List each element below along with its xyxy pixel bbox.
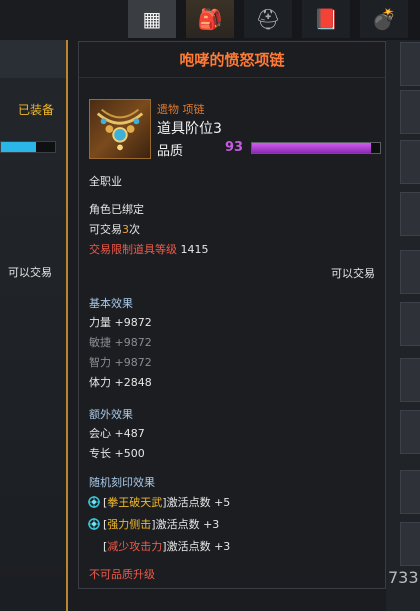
item-title: 咆哮的愤怒项链: [79, 42, 385, 78]
right-panel-number: 733: [388, 568, 419, 587]
left-progress-fill: [1, 142, 36, 152]
left-progress-bar: [0, 141, 56, 153]
can-trade-label: 可以交易: [331, 267, 375, 280]
trade-limit: 交易限制道具等级 1415: [89, 243, 209, 256]
inventory-slot[interactable]: [400, 302, 420, 346]
basic-stat: 力量 +9872: [89, 316, 152, 329]
engraving-name: 强力侧击: [107, 518, 152, 531]
tradable-count: 可交易3次: [89, 223, 140, 236]
basic-stat: 智力 +9872: [89, 356, 152, 369]
engraving-row: [拳王破天武] 激活点数 +5: [87, 494, 230, 510]
left-panel-header: [0, 40, 66, 78]
engraving-row: [强力侧击] 激活点数 +3: [87, 516, 219, 532]
basic-effect-title: 基本效果: [89, 297, 133, 310]
extra-effect-title: 额外效果: [89, 408, 133, 421]
inventory-slot[interactable]: [400, 358, 420, 402]
quality-value: 93: [225, 140, 244, 155]
inventory-slot[interactable]: [400, 522, 420, 566]
engraving-points: 激活点数 +5: [166, 496, 231, 509]
inventory-slot[interactable]: [400, 410, 420, 454]
class-requirement: 全职业: [89, 175, 122, 188]
necklace-item-icon: [89, 99, 151, 159]
equipped-label: 已装备: [18, 103, 55, 117]
quality-bar-fill: [252, 143, 372, 153]
item-type: 遗物 项链: [157, 103, 205, 116]
engraving-points: 激活点数 +3: [166, 540, 231, 553]
inventory-slot[interactable]: [400, 42, 420, 86]
engrave-title: 随机刻印效果: [89, 476, 155, 489]
grid-icon[interactable]: ▦: [128, 0, 176, 38]
extra-stat: 专长 +500: [89, 447, 145, 460]
hat-icon[interactable]: ⛑: [244, 0, 292, 38]
bound-status: 角色已绑定: [89, 203, 144, 216]
inventory-slot[interactable]: [400, 250, 420, 294]
engraving-name: 减少攻击力: [107, 540, 163, 553]
left-trade-label: 可以交易: [8, 266, 52, 279]
backpack-icon[interactable]: 🎒: [186, 0, 234, 38]
engraving-points: 激活点数 +3: [155, 518, 220, 531]
engraving-name: 拳王破天武: [107, 496, 163, 509]
item-tooltip: 咆哮的愤怒项链 遗物 项链 道具阶位3 品质 93 全职业 角色已绑定 可交易3…: [78, 41, 386, 589]
extra-stat: 会心 +487: [89, 427, 145, 440]
inventory-slot[interactable]: [400, 192, 420, 236]
book-icon[interactable]: 📕: [302, 0, 350, 38]
item-tier: 道具阶位3: [157, 121, 222, 137]
quality-label: 品质: [157, 144, 184, 159]
no-upgrade-notice: 不可品质升级: [89, 568, 155, 581]
left-panel: [0, 40, 68, 611]
inventory-slot[interactable]: [400, 90, 420, 134]
gem-icon: [88, 518, 100, 530]
bomb-icon[interactable]: 💣: [360, 0, 408, 38]
inventory-column: [386, 40, 420, 611]
top-tab-bar: ▦ 🎒 ⛑ 📕 💣: [128, 0, 420, 40]
basic-stat: 敏捷 +9872: [89, 336, 152, 349]
inventory-slot[interactable]: [400, 140, 420, 184]
basic-stat: 体力 +2848: [89, 376, 152, 389]
inventory-slot[interactable]: [400, 470, 420, 514]
gem-icon: [88, 496, 100, 508]
quality-bar: [251, 142, 381, 154]
engraving-row: [减少攻击力] 激活点数 +3: [87, 538, 230, 554]
